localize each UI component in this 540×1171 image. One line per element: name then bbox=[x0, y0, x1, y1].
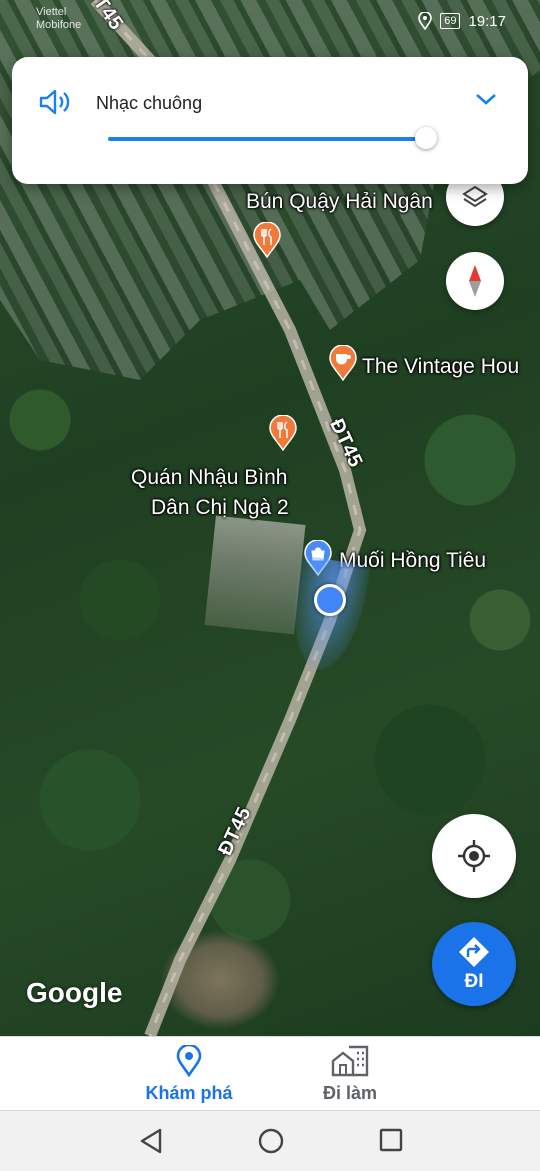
tab-label: Đi làm bbox=[322, 1083, 378, 1103]
explore-pin-icon bbox=[176, 1045, 202, 1077]
compass-icon bbox=[469, 265, 481, 297]
place-label: Dân Chị Ngà 2 bbox=[151, 496, 289, 519]
status-bar: Viettel Mobifone 69 19:17 bbox=[0, 0, 540, 44]
battery-indicator: 69 bbox=[440, 13, 461, 29]
home-icon[interactable] bbox=[257, 1127, 285, 1155]
clock: 19:17 bbox=[468, 12, 506, 30]
tab-label: Khám phá bbox=[145, 1083, 233, 1103]
go-label: ĐI bbox=[464, 971, 484, 992]
place-label: Bún Quậy Hải Ngân bbox=[246, 190, 433, 213]
my-location-icon bbox=[458, 840, 490, 872]
chevron-down-icon[interactable] bbox=[474, 91, 498, 107]
place-label: Quán Nhậu Bình bbox=[131, 466, 288, 489]
recents-icon[interactable] bbox=[378, 1127, 404, 1155]
place-label: The Vintage Hou bbox=[362, 355, 520, 378]
carrier-name: Mobifone bbox=[36, 19, 82, 31]
directions-icon bbox=[459, 937, 489, 967]
restaurant-icon bbox=[269, 415, 297, 451]
my-location-button[interactable] bbox=[432, 814, 516, 898]
directions-go-button[interactable]: ĐI bbox=[432, 922, 516, 1006]
location-icon bbox=[418, 12, 433, 30]
tab-explore[interactable]: Khám phá bbox=[109, 1045, 269, 1104]
cafe-icon bbox=[329, 345, 357, 381]
volume-slider-thumb[interactable] bbox=[415, 127, 437, 149]
bottom-navigation: Khám phá Đi làm bbox=[0, 1036, 540, 1111]
restaurant-icon bbox=[253, 222, 281, 258]
volume-stream-title: Nhạc chuông bbox=[96, 93, 203, 113]
google-logo: Google bbox=[26, 977, 123, 1008]
carrier-info: Viettel Mobifone bbox=[36, 6, 81, 32]
volume-panel: Nhạc chuông bbox=[12, 57, 528, 184]
commute-icon bbox=[331, 1045, 369, 1077]
tab-commute[interactable]: Đi làm bbox=[270, 1045, 430, 1104]
system-navigation-bar bbox=[0, 1110, 540, 1171]
compass-button[interactable] bbox=[446, 252, 504, 310]
current-location-dot bbox=[314, 584, 346, 616]
carrier-name: Viettel bbox=[36, 6, 67, 18]
status-right: 69 19:17 bbox=[418, 12, 506, 30]
speaker-icon[interactable] bbox=[38, 87, 72, 117]
volume-slider-track[interactable] bbox=[108, 137, 426, 141]
back-icon[interactable] bbox=[138, 1127, 164, 1155]
layers-icon bbox=[462, 185, 488, 208]
